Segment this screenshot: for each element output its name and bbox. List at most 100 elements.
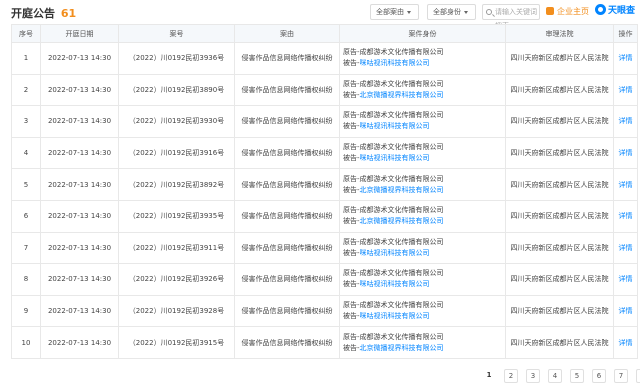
page-button[interactable]: 4 (548, 369, 562, 383)
defendant-link[interactable]: 咪咕视讯科技有限公司 (360, 280, 430, 288)
section-title: 开庭公告 61 (11, 5, 76, 21)
table-row: 8 2022-07-13 14:30 （2022）川0192民初3926号 侵害作品信… (11, 263, 638, 296)
case-number: （2022）川0192民初3935号 (118, 199, 235, 233)
defendant-line: 被告-北京微播视界科技有限公司 (343, 185, 505, 196)
row-number: 1 (11, 42, 41, 75)
record-count: 61 (60, 7, 77, 20)
defendant-link[interactable]: 咪咕视讯科技有限公司 (360, 312, 430, 320)
page-button[interactable]: 1 (482, 369, 496, 383)
case-parties: 原告-成都游术文化传播有限公司 被告-咪咕视讯科技有限公司 (339, 42, 506, 75)
role-filter-dropdown[interactable]: 全部身份 (427, 4, 476, 20)
row-number: 6 (11, 199, 41, 233)
reason-filter-dropdown[interactable]: 全部案由 (370, 4, 419, 20)
case-reason: 侵害作品信息网络传播权纠纷 (234, 168, 340, 201)
reason-filter-label: 全部案由 (376, 8, 404, 16)
page-button[interactable]: 6 (592, 369, 606, 383)
case-reason: 侵害作品信息网络传播权纠纷 (234, 263, 340, 296)
detail-link[interactable]: 详情 (613, 136, 638, 170)
table-row: 9 2022-07-13 14:30 （2022）川0192民初3928号 侵害作品信… (11, 294, 638, 328)
hearing-date: 2022-07-13 14:30 (40, 294, 119, 328)
case-number: （2022）川0192民初3892号 (118, 168, 235, 201)
page-button[interactable]: 5 (570, 369, 584, 383)
defendant-label: 被告- (343, 248, 360, 257)
page-button[interactable]: 7 (614, 369, 628, 383)
defendant-line: 被告-北京微播视界科技有限公司 (343, 90, 505, 101)
plaintiff: 原告-成都游术文化传播有限公司 (343, 206, 444, 215)
defendant-link[interactable]: 咪咕视讯科技有限公司 (360, 154, 430, 162)
detail-link[interactable]: 详情 (613, 294, 638, 328)
court-name: 四川天府新区成都片区人民法院 (505, 199, 614, 233)
defendant-label: 被告- (343, 217, 360, 226)
case-parties: 原告-成都游术文化传播有限公司 被告-咪咕视讯科技有限公司 (339, 105, 506, 138)
defendant-link[interactable]: 咪咕视讯科技有限公司 (360, 59, 430, 67)
search-input[interactable]: 请输入关键词搜索 (482, 4, 540, 30)
detail-link[interactable]: 详情 (613, 263, 638, 296)
detail-link[interactable]: 详情 (613, 199, 638, 233)
detail-link[interactable]: 详情 (613, 73, 638, 107)
logo-text: 天眼查 (608, 6, 636, 16)
plaintiff: 原告-成都游术文化传播有限公司 (343, 301, 444, 310)
case-number: （2022）川0192民初3926号 (118, 263, 235, 296)
defendant-line: 被告-北京微播视界科技有限公司 (343, 216, 505, 227)
hearing-date: 2022-07-13 14:30 (40, 199, 119, 233)
page-button[interactable]: 3 (526, 369, 540, 383)
defendant-label: 被告- (343, 59, 360, 68)
defendant-line: 被告-咪咕视讯科技有限公司 (343, 248, 505, 259)
hearing-date: 2022-07-13 14:30 (40, 168, 119, 201)
plaintiff: 原告-成都游术文化传播有限公司 (343, 269, 444, 278)
defendant-label: 被告- (343, 343, 360, 352)
column-header: 序号 (11, 24, 41, 43)
column-header: 开庭日期 (40, 24, 119, 43)
table-header-row: 序号 开庭日期 案号 案由 案件身份 审理法院 操作 (11, 24, 638, 43)
detail-link[interactable]: 详情 (613, 326, 638, 359)
eye-logo-icon (595, 4, 606, 15)
hearing-date: 2022-07-13 14:30 (40, 263, 119, 296)
title-text: 开庭公告 (11, 7, 55, 20)
case-reason: 侵害作品信息网络传播权纠纷 (234, 105, 340, 138)
row-number: 10 (11, 326, 41, 359)
case-reason: 侵害作品信息网络传播权纠纷 (234, 294, 340, 328)
case-reason: 侵害作品信息网络传播权纠纷 (234, 231, 340, 265)
plaintiff: 原告-成都游术文化传播有限公司 (343, 111, 444, 120)
defendant-label: 被告- (343, 280, 360, 289)
court-name: 四川天府新区成都片区人民法院 (505, 42, 614, 75)
detail-link[interactable]: 详情 (613, 105, 638, 138)
defendant-link[interactable]: 北京微播视界科技有限公司 (360, 186, 444, 194)
table-row: 3 2022-07-13 14:30 （2022）川0192民初3930号 侵害作品信… (11, 105, 638, 138)
search-icon (486, 9, 492, 15)
case-parties: 原告-成都游术文化传播有限公司 被告-北京微播视界科技有限公司 (339, 199, 506, 233)
defendant-label: 被告- (343, 185, 360, 194)
case-number: （2022）川0192民初3928号 (118, 294, 235, 328)
plaintiff: 原告-成都游术文化传播有限公司 (343, 237, 444, 246)
defendant-link[interactable]: 咪咕视讯科技有限公司 (360, 122, 430, 130)
defendant-link[interactable]: 北京微播视界科技有限公司 (360, 217, 444, 225)
case-parties: 原告-成都游术文化传播有限公司 被告-咪咕视讯科技有限公司 (339, 263, 506, 296)
chevron-down-icon (407, 10, 411, 14)
column-header: 案由 (234, 24, 340, 43)
defendant-line: 被告-咪咕视讯科技有限公司 (343, 279, 505, 290)
case-reason: 侵害作品信息网络传播权纠纷 (234, 73, 340, 107)
defendant-link[interactable]: 北京微播视界科技有限公司 (360, 344, 444, 352)
detail-link[interactable]: 详情 (613, 168, 638, 201)
defendant-line: 被告-北京微播视界科技有限公司 (343, 343, 505, 354)
chevron-down-icon (464, 10, 468, 14)
role-filter-label: 全部身份 (433, 8, 461, 16)
defendant-link[interactable]: 北京微播视界科技有限公司 (360, 91, 444, 99)
defendant-label: 被告- (343, 154, 360, 163)
table-row: 1 2022-07-13 14:30 （2022）川0192民初3936号 侵害作品信… (11, 42, 638, 75)
case-reason: 侵害作品信息网络传播权纠纷 (234, 326, 340, 359)
detail-link[interactable]: 详情 (613, 231, 638, 265)
table-row: 5 2022-07-13 14:30 （2022）川0192民初3892号 侵害作品信… (11, 168, 638, 201)
court-name: 四川天府新区成都片区人民法院 (505, 136, 614, 170)
enterprise-home-link[interactable]: 企业主页 (546, 5, 589, 19)
page-button[interactable]: 2 (504, 369, 518, 383)
row-number: 2 (11, 73, 41, 107)
plaintiff: 原告-成都游术文化传播有限公司 (343, 48, 444, 57)
detail-link[interactable]: 详情 (613, 42, 638, 75)
row-number: 4 (11, 136, 41, 170)
column-header: 操作 (613, 24, 638, 43)
column-header: 案件身份 (339, 24, 506, 43)
next-page-button[interactable] (636, 369, 640, 383)
case-parties: 原告-成都游术文化传播有限公司 被告-北京微播视界科技有限公司 (339, 326, 506, 359)
defendant-link[interactable]: 咪咕视讯科技有限公司 (360, 249, 430, 257)
